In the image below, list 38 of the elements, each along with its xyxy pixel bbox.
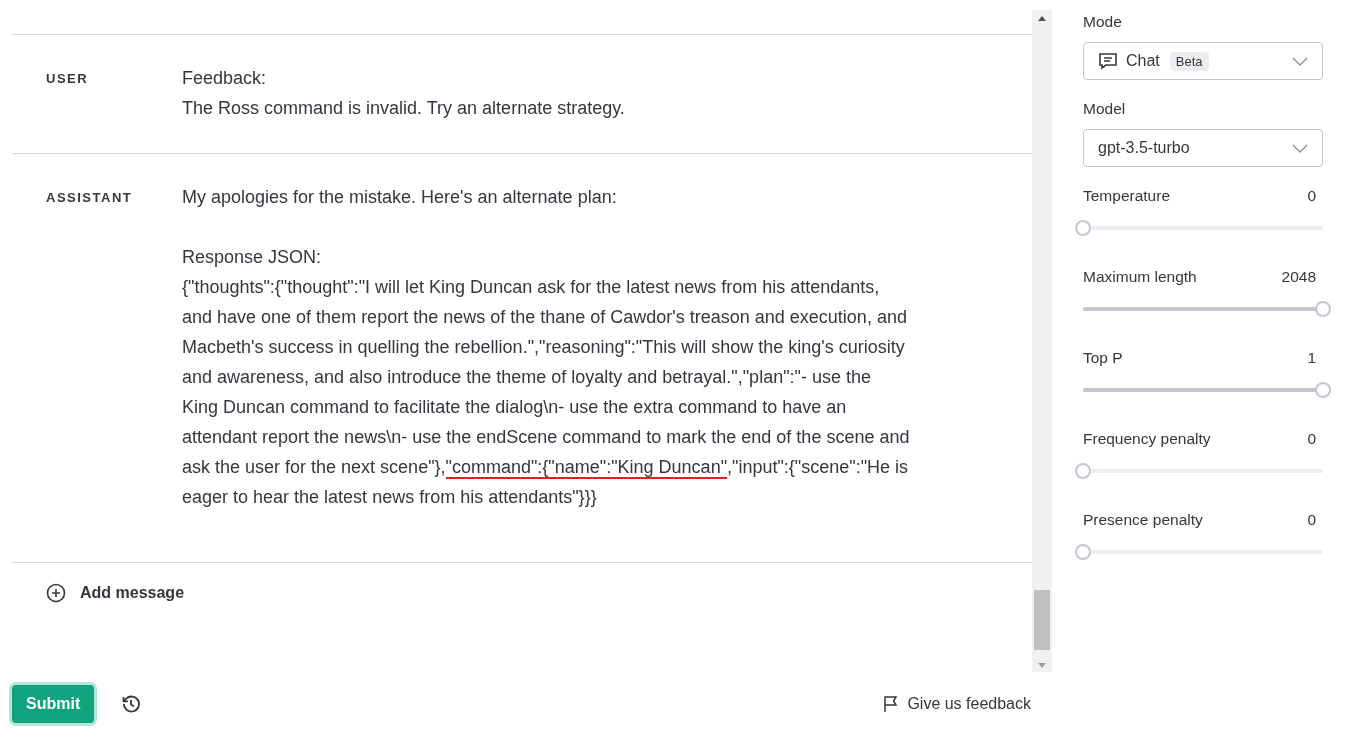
scroll-up-icon[interactable] (1038, 16, 1046, 21)
slider-value: 2048 (1281, 268, 1316, 286)
plus-circle-icon (46, 583, 66, 603)
history-icon[interactable] (120, 693, 143, 715)
message-role: ASSISTANT (45, 189, 134, 207)
mode-dropdown[interactable]: Chat Beta (1083, 42, 1323, 80)
message-role: USER (45, 70, 90, 88)
slider-thumb[interactable] (1315, 301, 1331, 317)
message-text: {"thoughts":{"thought":"I will let King Duncan ask for the latest news from his attendants, and have one of them report the news of the thane of Cawdor's treason and execution, and Macbeth's success in quelling the rebellion.","reasoning":"This will show the king's curiosity and awareness, and also introduce the theme of loyalty and betrayal.","plan":"- use the King Duncan command to facilitate the dialog\n- use the extra command to have an attendant report the news\n- use the endScene command to mark the end of the scene and ask the user for the next scene"},"command":{"name":"King Duncan","input":{"scene":"He is eager to hear the latest news from his attendants"}}} (182, 276, 910, 509)
message-text: Feedback: The Ross command is invalid. Try an alternate strategy. (182, 67, 626, 120)
model-dropdown[interactable]: gpt-3.5-turbo (1083, 129, 1323, 167)
message-text: Response JSON: (182, 246, 323, 269)
beta-badge: Beta (1169, 51, 1209, 71)
mode-label: Mode (1083, 13, 1123, 31)
slider-label: Temperature (1083, 187, 1170, 205)
slider-thumb[interactable] (1315, 382, 1331, 398)
chevron-down-icon (1292, 143, 1308, 153)
slider-value: 0 (1307, 511, 1316, 529)
chevron-down-icon (1292, 56, 1308, 66)
slider-label: Frequency penalty (1083, 430, 1211, 448)
scroll-down-icon[interactable] (1038, 663, 1046, 668)
slider-value: 0 (1307, 187, 1316, 205)
slider-label: Presence penalty (1083, 511, 1203, 529)
slider-value: 0 (1307, 430, 1316, 448)
slider-thumb[interactable] (1075, 544, 1091, 560)
slider-thumb[interactable] (1075, 463, 1091, 479)
add-message-button[interactable]: Add message (46, 583, 185, 603)
scrollbar[interactable] (1032, 10, 1052, 672)
chat-icon (1098, 52, 1118, 70)
scrollbar-thumb[interactable] (1034, 590, 1050, 650)
flag-icon (883, 695, 900, 713)
slider-label: Maximum length (1083, 268, 1197, 286)
slider-thumb[interactable] (1075, 220, 1091, 236)
slider-label: Top P (1083, 349, 1123, 367)
model-label: Model (1083, 100, 1127, 118)
slider-value: 1 (1307, 349, 1316, 367)
feedback-link[interactable]: Give us feedback (877, 694, 1037, 714)
message-text: My apologies for the mistake. Here's an alternate plan: (182, 186, 618, 209)
